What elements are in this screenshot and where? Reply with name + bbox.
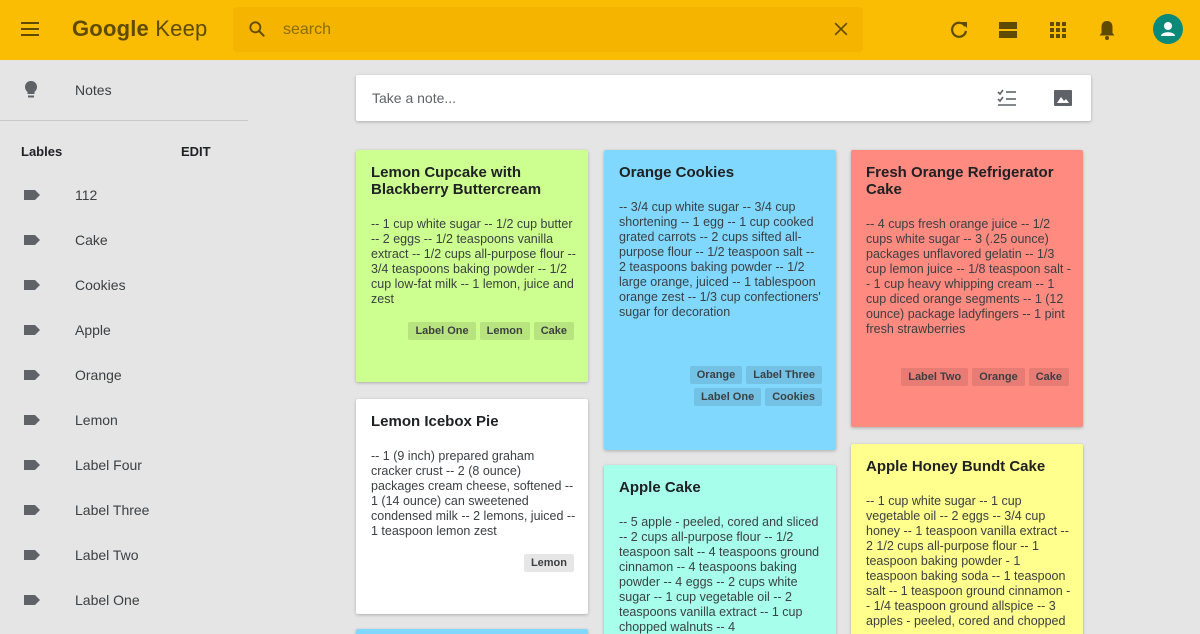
close-icon[interactable] (831, 19, 851, 39)
label-icon (24, 460, 40, 470)
label-icon (24, 505, 40, 515)
sidebar-item-label: Label Four (75, 457, 142, 473)
take-note-bar[interactable]: Take a note... (356, 75, 1091, 121)
note-labels: Lemon (369, 554, 574, 572)
sidebar-item-label-four[interactable]: Label Four (0, 443, 248, 488)
search-icon[interactable] (247, 19, 267, 39)
sidebar-item-label: Cake (75, 232, 108, 248)
label-icon (24, 370, 40, 380)
note-body: -- 1 (9 inch) prepared graham cracker cr… (371, 449, 576, 538)
note-title: Lemon Cupcake with Blackberry Buttercrea… (371, 164, 542, 198)
logo-rest: Keep (148, 16, 208, 41)
note-title: Apple Cake (619, 479, 701, 496)
label-chip[interactable]: Label One (408, 322, 476, 340)
label-chip[interactable]: Lemon (479, 322, 530, 340)
edit-labels-button[interactable]: EDIT (181, 144, 211, 159)
sidebar-item-label-cake[interactable]: Cake (0, 218, 248, 263)
sidebar-item-label: Cookies (75, 277, 126, 293)
note-title: Orange Cookies (619, 164, 735, 181)
sidebar-item-label: 112 (75, 187, 98, 203)
search-bar (233, 7, 863, 52)
note-title: Lemon Icebox Pie (371, 413, 499, 430)
note-body: -- 3/4 cup white sugar -- 3/4 cup shorte… (619, 200, 821, 319)
label-icon (24, 325, 40, 335)
label-icon (24, 415, 40, 425)
labels-heading: Lables (21, 144, 63, 159)
sidebar-item-label-orange[interactable]: Orange (0, 353, 248, 398)
bell-icon[interactable] (1095, 18, 1119, 42)
account-icon[interactable] (1153, 14, 1183, 44)
sidebar-item-notes[interactable]: Notes (0, 60, 248, 120)
note-labels: Label Two Orange Cake (864, 368, 1069, 386)
label-chip[interactable]: Label Three (746, 366, 822, 384)
label-chip[interactable]: Cake (533, 322, 574, 340)
label-icon (24, 235, 40, 245)
note-card[interactable]: Orange Cookies -- 3/4 cup white sugar --… (604, 150, 836, 450)
take-note-input[interactable]: Take a note... (372, 90, 456, 106)
note-card[interactable]: Apple Honey Bundt Cake -- 1 cup white su… (851, 444, 1083, 634)
sidebar-item-label: Orange (75, 367, 122, 383)
label-chip[interactable]: Label Two (901, 368, 969, 386)
label-icon (24, 280, 40, 290)
note-body: -- 1 cup white sugar -- 1/2 cup butter -… (371, 217, 576, 306)
sidebar-item-label: Lemon (75, 412, 118, 428)
sidebar-item-label-one[interactable]: Label One (0, 578, 248, 623)
label-icon (24, 190, 40, 200)
sidebar-item-label-112[interactable]: 112 (0, 173, 248, 218)
note-card[interactable]: Lemon Cupcake with Blackberry Buttercrea… (356, 150, 588, 382)
sidebar-item-label-three[interactable]: Label Three (0, 488, 248, 533)
image-icon[interactable] (1052, 88, 1074, 108)
label-icon (24, 595, 40, 605)
sidebar-item-label: Apple (75, 322, 111, 338)
sidebar-item-label-two[interactable]: Label Two (0, 533, 248, 578)
sidebar-item-label-apple[interactable]: Apple (0, 308, 248, 353)
note-title: Apple Honey Bundt Cake (866, 458, 1046, 475)
label-icon (24, 550, 40, 560)
label-chip[interactable]: Cookies (765, 388, 822, 406)
search-input[interactable] (283, 16, 803, 44)
label-chip[interactable]: Lemon (523, 554, 574, 572)
sidebar-divider (0, 120, 248, 121)
label-chip[interactable]: Label One (694, 388, 762, 406)
label-chip[interactable]: Orange (689, 366, 743, 384)
sidebar-item-label-cookies[interactable]: Cookies (0, 263, 248, 308)
apps-icon[interactable] (1046, 18, 1070, 42)
note-card[interactable]: Lemon Icebox Pie -- 1 (9 inch) prepared … (356, 399, 588, 614)
app-logo[interactable]: Google Keep (72, 16, 207, 42)
checklist-icon[interactable] (996, 88, 1018, 108)
note-title: Fresh Orange Refrigerator Cake (866, 164, 1054, 198)
note-body: -- 1 cup white sugar -- 1 cup vegetable … (866, 494, 1071, 628)
label-chip[interactable]: Orange (972, 368, 1025, 386)
note-labels: Orange Label Three Label One Cookies (672, 366, 822, 406)
app-header: Google Keep (0, 0, 1200, 60)
note-card[interactable]: Apple Cake -- 5 apple - peeled, cored an… (604, 465, 836, 634)
sidebar-item-label: Notes (75, 82, 112, 98)
menu-icon[interactable] (18, 18, 42, 42)
sidebar-item-label-lemon[interactable]: Lemon (0, 398, 248, 443)
sidebar-item-label: Label One (75, 592, 140, 608)
list-view-icon[interactable] (996, 18, 1020, 42)
logo-strong: Google (72, 16, 149, 41)
refresh-icon[interactable] (947, 18, 971, 42)
note-card[interactable]: Fresh Orange Refrigerator Cake -- 4 cups… (851, 150, 1083, 427)
sidebar: Notes Lables EDIT 112 Cake Cookies Apple… (0, 60, 248, 634)
note-body: -- 4 cups fresh orange juice -- 1/2 cups… (866, 217, 1071, 336)
lightbulb-icon (25, 81, 37, 98)
label-chip[interactable]: Cake (1028, 368, 1069, 386)
sidebar-item-label: Label Three (75, 502, 150, 518)
sidebar-item-label: Label Two (75, 547, 139, 563)
note-card[interactable] (356, 629, 588, 634)
note-labels: Label One Lemon Cake (369, 322, 574, 340)
note-body: -- 5 apple - peeled, cored and sliced --… (619, 515, 820, 634)
